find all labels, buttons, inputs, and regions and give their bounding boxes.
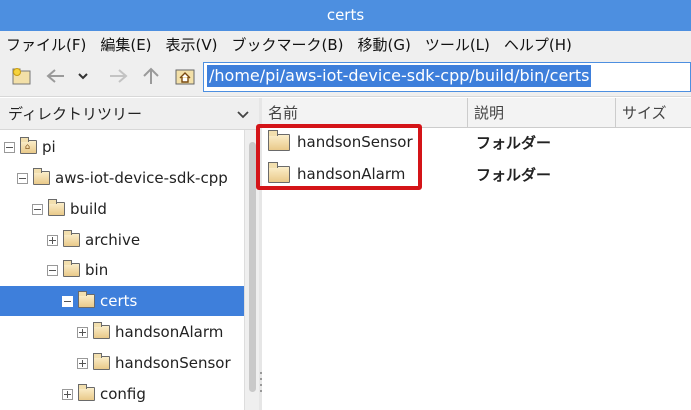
window-title: certs bbox=[0, 0, 691, 31]
tree-item-label: archive bbox=[85, 231, 141, 249]
menu-bar: ファイル(F) 編集(E) 表示(V) ブックマーク(B) 移動(G) ツール(… bbox=[0, 31, 691, 57]
forward-icon[interactable] bbox=[107, 65, 129, 87]
folder-icon bbox=[93, 322, 110, 339]
menu-bookmarks[interactable]: ブックマーク(B) bbox=[232, 34, 344, 55]
tree-item-handsonalarm[interactable]: handsonAlarm bbox=[0, 317, 244, 347]
collapse-icon[interactable] bbox=[17, 172, 28, 184]
menu-go[interactable]: 移動(G) bbox=[358, 34, 411, 55]
splitter-grip bbox=[260, 372, 262, 374]
side-pane-selector[interactable]: ディレクトリツリー bbox=[0, 98, 259, 130]
folder-icon bbox=[48, 199, 65, 216]
folder-icon bbox=[93, 353, 110, 370]
address-text: /home/pi/aws-iot-device-sdk-cpp/build/bi… bbox=[207, 65, 592, 87]
tree-item-label: pi bbox=[42, 138, 56, 156]
side-pane-mode-label: ディレクトリツリー bbox=[8, 105, 142, 123]
menu-edit[interactable]: 編集(E) bbox=[100, 34, 151, 55]
home-folder-icon: ⌂ bbox=[20, 137, 37, 154]
file-description: フォルダー bbox=[476, 165, 552, 184]
chevron-down-icon bbox=[237, 105, 249, 123]
tree-item-label: aws-iot-device-sdk-cpp bbox=[55, 169, 228, 187]
tree-scrollbar-thumb[interactable] bbox=[249, 142, 256, 392]
tree-item-label: build bbox=[70, 200, 107, 218]
tree-item-label: handsonAlarm bbox=[115, 323, 224, 341]
tree-item-label: config bbox=[100, 385, 146, 403]
tree-item-label: bin bbox=[85, 261, 109, 279]
splitter-grip bbox=[260, 378, 262, 380]
menu-help[interactable]: ヘルプ(H) bbox=[504, 34, 572, 55]
folder-icon bbox=[78, 384, 95, 401]
tree-item-label: certs bbox=[100, 292, 138, 310]
annotation-highlight-box bbox=[256, 124, 422, 190]
splitter-grip bbox=[260, 390, 262, 392]
folder-icon bbox=[63, 260, 80, 277]
tree-item-handsonsensor[interactable]: handsonSensor bbox=[0, 348, 244, 378]
history-dropdown-icon[interactable] bbox=[75, 65, 91, 87]
directory-tree: ⌂ pi aws-iot-device-sdk-cpp build archiv… bbox=[0, 130, 244, 410]
tree-item-bin[interactable]: bin bbox=[0, 255, 244, 285]
up-icon[interactable] bbox=[140, 65, 162, 87]
collapse-icon[interactable] bbox=[4, 141, 15, 153]
column-description[interactable]: 説明 bbox=[468, 98, 616, 128]
menu-view[interactable]: 表示(V) bbox=[166, 34, 218, 55]
tree-item-aws-iot-device-sdk-cpp[interactable]: aws-iot-device-sdk-cpp bbox=[0, 163, 244, 193]
collapse-icon[interactable] bbox=[32, 203, 43, 215]
menu-file[interactable]: ファイル(F) bbox=[6, 34, 86, 55]
back-icon[interactable] bbox=[45, 65, 67, 87]
file-description: フォルダー bbox=[476, 133, 552, 152]
expand-icon[interactable] bbox=[62, 388, 73, 400]
collapse-icon[interactable] bbox=[47, 264, 58, 276]
tree-item-label: handsonSensor bbox=[115, 354, 231, 372]
tree-item-certs[interactable]: certs bbox=[0, 286, 244, 316]
expand-icon[interactable] bbox=[47, 234, 58, 246]
folder-icon bbox=[78, 291, 95, 308]
address-bar[interactable]: /home/pi/aws-iot-device-sdk-cpp/build/bi… bbox=[203, 62, 691, 92]
tree-item-build[interactable]: build bbox=[0, 194, 244, 224]
folder-icon bbox=[33, 168, 50, 185]
menu-tools[interactable]: ツール(L) bbox=[425, 34, 490, 55]
new-window-icon[interactable] bbox=[11, 65, 33, 87]
tree-item-archive[interactable]: archive bbox=[0, 225, 244, 255]
expand-icon[interactable] bbox=[77, 357, 88, 369]
column-size[interactable]: サイズ bbox=[616, 98, 691, 128]
tree-item-config[interactable]: config bbox=[0, 379, 244, 409]
expand-icon[interactable] bbox=[77, 326, 88, 338]
tree-item-pi[interactable]: ⌂ pi bbox=[0, 132, 244, 162]
splitter-grip bbox=[260, 384, 262, 386]
collapse-icon[interactable] bbox=[62, 295, 73, 307]
home-icon[interactable] bbox=[174, 65, 196, 87]
folder-icon bbox=[63, 230, 80, 247]
